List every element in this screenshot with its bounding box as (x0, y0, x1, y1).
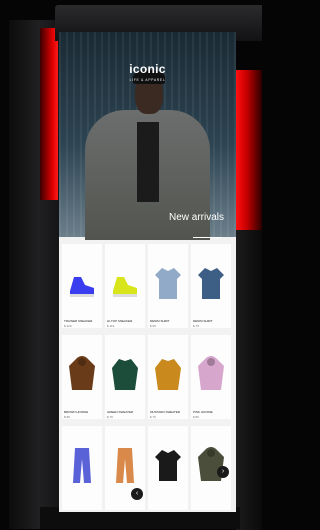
blue-sneaker-icon (62, 248, 102, 318)
product-grid: TRAINER SNEAKER $ 129 HI-TOP SNEAKER $ 119 D… (59, 237, 236, 512)
product-price: $ 119 (107, 324, 115, 328)
prev-button[interactable]: ‹ (131, 488, 143, 500)
product-card[interactable]: DENIM SHIRT $ 69 (148, 244, 188, 328)
brand-logo: iconic (129, 62, 166, 76)
light-denim-shirt-icon (148, 248, 188, 318)
product-title: MUSTARD SWEATER (150, 410, 181, 414)
product-price: $ 129 (64, 324, 72, 328)
kiosk-screen: iconic LIFE & APPAREL New arrivals TRAIN… (59, 32, 236, 512)
product-price: $ 79 (193, 324, 199, 328)
hero-banner[interactable]: iconic LIFE & APPAREL New arrivals (59, 32, 236, 240)
product-card[interactable]: DENIM SHIRT $ 79 (191, 244, 231, 328)
kiosk: iconic LIFE & APPAREL New arrivals TRAIN… (0, 0, 262, 530)
product-title: BROWN HOODIE (64, 410, 89, 414)
product-card[interactable]: HI-TOP SNEAKER $ 119 (105, 244, 145, 328)
black-tee-icon (148, 430, 188, 500)
product-price: $ 79 (107, 415, 113, 419)
product-title: DENIM SHIRT (150, 319, 170, 323)
product-card[interactable] (148, 426, 188, 510)
product-card[interactable]: GREEN SWEATER $ 79 (105, 335, 145, 419)
product-title: TRAINER SNEAKER (64, 319, 93, 323)
dark-denim-shirt-icon (191, 248, 231, 318)
product-card[interactable]: MUSTARD SWEATER $ 79 (148, 335, 188, 419)
olive-hoodie-icon (191, 430, 231, 500)
pink-hoodie-icon (191, 339, 231, 409)
brown-hoodie-icon (62, 339, 102, 409)
product-price: $ 89 (193, 415, 199, 419)
brand-tagline: LIFE & APPAREL (129, 78, 166, 82)
product-price: $ 79 (150, 415, 156, 419)
product-price: $ 69 (150, 324, 156, 328)
product-card[interactable]: TRAINER SNEAKER $ 129 (62, 244, 102, 328)
product-card[interactable]: BROWN HOODIE $ 89 (62, 335, 102, 419)
product-title: GREEN SWEATER (107, 410, 134, 414)
product-title: DENIM SHIRT (193, 319, 213, 323)
product-card[interactable] (62, 426, 102, 510)
product-title: PINK HOODIE (193, 410, 213, 414)
green-sweater-icon (105, 339, 145, 409)
next-button[interactable]: › (217, 466, 229, 478)
product-price: $ 89 (64, 415, 70, 419)
mustard-sweater-icon (148, 339, 188, 409)
hero-headline: New arrivals (169, 212, 225, 223)
lime-sneaker-icon (105, 248, 145, 318)
kiosk-frame-right (236, 230, 262, 530)
blue-pants-icon (62, 430, 102, 500)
model-shirt (137, 122, 159, 202)
red-light-strip-left (40, 28, 58, 200)
product-title: HI-TOP SNEAKER (107, 319, 133, 323)
product-card[interactable]: PINK HOODIE $ 89 (191, 335, 231, 419)
